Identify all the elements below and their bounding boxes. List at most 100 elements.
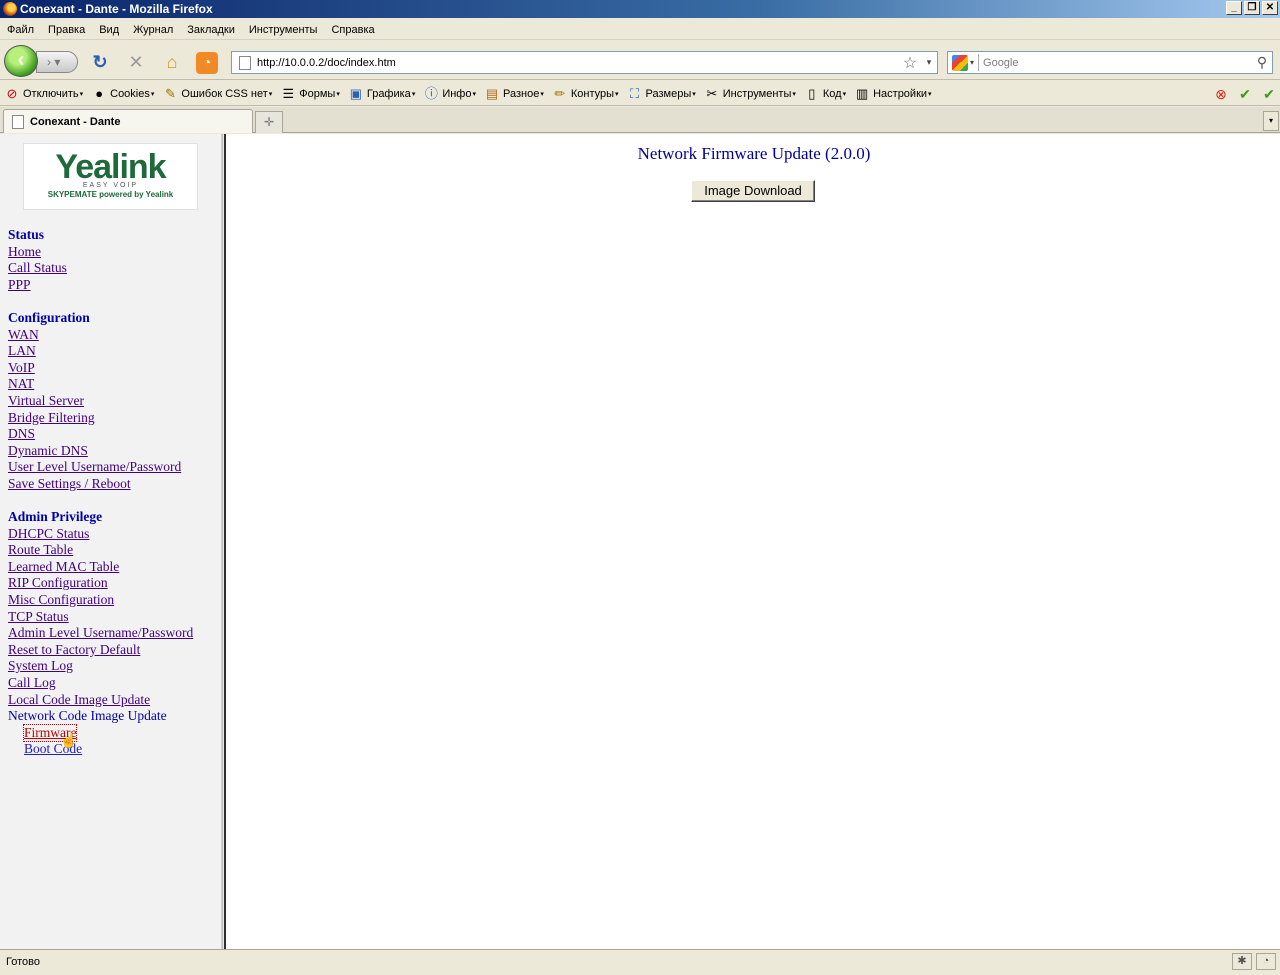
hand-cursor-icon: ☝ <box>60 732 78 748</box>
devbar-forms[interactable]: ☰ Формы ▾ <box>280 85 340 102</box>
sidebar-link-user-password[interactable]: User Level Username/Password <box>8 459 193 476</box>
menu-help[interactable]: Справка <box>331 24 374 36</box>
caret-icon: ▾ <box>336 90 340 98</box>
sidebar-link-bridge-filtering[interactable]: Bridge Filtering <box>8 410 193 427</box>
sidebar-link-admin-password[interactable]: Admin Level Username/Password <box>8 625 193 642</box>
devbar-label: Графика <box>366 87 411 100</box>
sidebar-link-dynamic-dns[interactable]: Dynamic DNS <box>8 443 193 460</box>
sidebar-link-lan[interactable]: LAN <box>8 343 193 360</box>
caret-icon: ▾ <box>268 90 273 98</box>
js-valid-check-icon[interactable]: ✔ <box>1260 85 1278 103</box>
outline-icon: ✏ <box>554 85 566 101</box>
bug-icon[interactable]: ✱ <box>1232 953 1252 970</box>
window-title: Conexant - Dante - Mozilla Firefox <box>20 2 213 16</box>
devbar-info[interactable]: ⓘ Инфо ▾ <box>423 86 476 102</box>
menu-view[interactable]: Вид <box>99 24 119 36</box>
feed-icon[interactable]: ◔ <box>1256 953 1276 970</box>
sidebar-link-dns[interactable]: DNS <box>8 426 193 443</box>
sidebar-link-factory-reset[interactable]: Reset to Factory Default <box>8 642 193 659</box>
sidebar-link-misc-config[interactable]: Misc Configuration <box>8 592 193 609</box>
menu-tools[interactable]: Инструменты <box>249 24 318 36</box>
page-icon <box>12 114 24 129</box>
sidebar-link-voip[interactable]: VoIP <box>8 360 193 377</box>
sidebar-link-local-image-update[interactable]: Local Code Image Update <box>8 692 193 709</box>
devbar-label: Код <box>822 87 842 100</box>
restore-button[interactable]: ❐ <box>1244 1 1260 15</box>
caret-icon: ▾ <box>79 90 84 98</box>
minimize-button[interactable]: _ <box>1226 1 1242 15</box>
devbar-label: Размеры <box>645 87 692 100</box>
page-icon <box>239 55 251 70</box>
web-developer-toolbar: ⊘ Отключить ▾ ● Cookies ▾ ✎ Ошибок CSS нет ▾ ☰… <box>0 82 1280 106</box>
sidebar-link-call-log[interactable]: Call Log <box>8 675 193 692</box>
caret-icon: ▾ <box>792 90 796 98</box>
stop-icon[interactable]: ✕ <box>125 52 147 72</box>
devbar-options[interactable]: ▥ Настройки ▾ <box>854 86 932 102</box>
rss-icon[interactable]: ◔ <box>196 52 218 74</box>
sidebar-link-dhcpc-status[interactable]: DHCPC Status <box>8 526 193 543</box>
caret-icon: ▾ <box>928 90 932 98</box>
menu-history[interactable]: Журнал <box>133 24 173 36</box>
devbar-resize[interactable]: ⛶ Размеры ▾ <box>627 86 696 102</box>
search-bar[interactable]: ▾ Google ⚲ <box>947 51 1273 74</box>
menu-bookmarks[interactable]: Закладки <box>187 24 235 36</box>
forms-icon: ☰ <box>282 85 295 101</box>
reload-icon[interactable]: ↻ <box>89 52 111 72</box>
sidebar-link-network-image-update[interactable]: Network Code Image Update <box>8 708 193 725</box>
google-icon[interactable] <box>952 54 968 71</box>
search-input[interactable]: Google <box>983 57 1252 69</box>
menu-edit[interactable]: Правка <box>48 24 85 36</box>
history-dropdown-icon[interactable]: ▾ <box>54 55 60 69</box>
tab-conexant-dante[interactable]: Conexant - Dante <box>3 109 253 133</box>
page-content: Yealink EASY VOIP SKYPEMATE powered by Y… <box>0 134 1280 949</box>
chevron-down-icon: ▾ <box>1268 116 1273 125</box>
new-tab-button[interactable]: ✛ <box>255 111 283 133</box>
devbar-source[interactable]: ▯ Код ▾ <box>804 86 846 102</box>
images-icon: ▣ <box>349 85 362 101</box>
search-engine-dropdown-icon[interactable]: ▾ <box>970 58 974 67</box>
devbar-images[interactable]: ▣ Графика ▾ <box>348 85 416 102</box>
tab-list-button[interactable]: ▾ <box>1263 111 1279 131</box>
close-button[interactable]: ✕ <box>1262 1 1278 15</box>
menu-file[interactable]: Файл <box>7 24 34 36</box>
css-valid-check-icon[interactable]: ✔ <box>1236 85 1254 103</box>
sidebar-link-rip-config[interactable]: RIP Configuration <box>8 575 193 592</box>
devbar-cookies[interactable]: ● Cookies ▾ <box>91 86 154 102</box>
bookmark-star-icon[interactable]: ☆ <box>899 53 921 73</box>
url-bar[interactable]: http://10.0.0.2/doc/index.htm ☆ ▾ <box>231 51 938 74</box>
sidebar-link-home[interactable]: Home <box>8 244 193 261</box>
sidebar-link-save-reboot[interactable]: Save Settings / Reboot <box>8 476 193 493</box>
sidebar-link-tcp-status[interactable]: TCP Status <box>8 609 193 626</box>
url-input[interactable]: http://10.0.0.2/doc/index.htm <box>257 57 899 69</box>
url-dropdown-icon[interactable]: ▾ <box>921 57 937 68</box>
home-icon[interactable]: ⌂ <box>161 52 183 72</box>
sidebar-link-mac-table[interactable]: Learned MAC Table <box>8 559 193 576</box>
sidebar-link-virtual-server[interactable]: Virtual Server <box>8 393 193 410</box>
sidebar-sublink-boot-code[interactable]: Boot Code <box>24 741 193 758</box>
sidebar-links: Status Home Call Status PPP Configuratio… <box>8 227 193 758</box>
cookies-icon: ● <box>95 85 104 101</box>
sidebar-link-system-log[interactable]: System Log <box>8 658 193 675</box>
sidebar-link-call-status[interactable]: Call Status <box>8 260 193 277</box>
back-button[interactable]: ‹ <box>4 45 38 77</box>
devbar-disable[interactable]: ⊘ Отключить ▾ <box>4 86 84 102</box>
forward-button[interactable]: › ▾ <box>36 51 78 73</box>
status-bar: Готово ✱ ◔ <box>0 949 1280 973</box>
sidebar-link-ppp[interactable]: PPP <box>8 277 193 294</box>
devbar-misc[interactable]: ▤ Разное ▾ <box>484 86 544 102</box>
section-heading-status: Status <box>8 227 45 242</box>
page-title: Network Firmware Update (2.0.0) <box>637 144 871 163</box>
sidebar-link-route-table[interactable]: Route Table <box>8 542 193 559</box>
sidebar-link-nat[interactable]: NAT <box>8 376 193 393</box>
frame-splitter[interactable] <box>222 134 226 949</box>
navigation-toolbar: › ▾ ‹ ↻ ✕ ⌂ ◔ http://10.0.0.2/doc/index.… <box>0 42 1280 80</box>
image-download-button[interactable]: Image Download <box>691 180 815 202</box>
sidebar-link-wan[interactable]: WAN <box>8 327 193 344</box>
search-icon[interactable]: ⚲ <box>1252 54 1272 71</box>
back-arrow-icon: ‹ <box>17 49 25 71</box>
devbar-css[interactable]: ✎ Ошибок CSS нет ▾ <box>162 86 272 102</box>
devbar-label: Контуры <box>570 87 615 100</box>
error-icon[interactable]: ⊗ <box>1212 85 1230 103</box>
devbar-outline[interactable]: ✏ Контуры ▾ <box>552 85 618 102</box>
devbar-tools[interactable]: ✂ Инструменты ▾ <box>704 86 796 102</box>
